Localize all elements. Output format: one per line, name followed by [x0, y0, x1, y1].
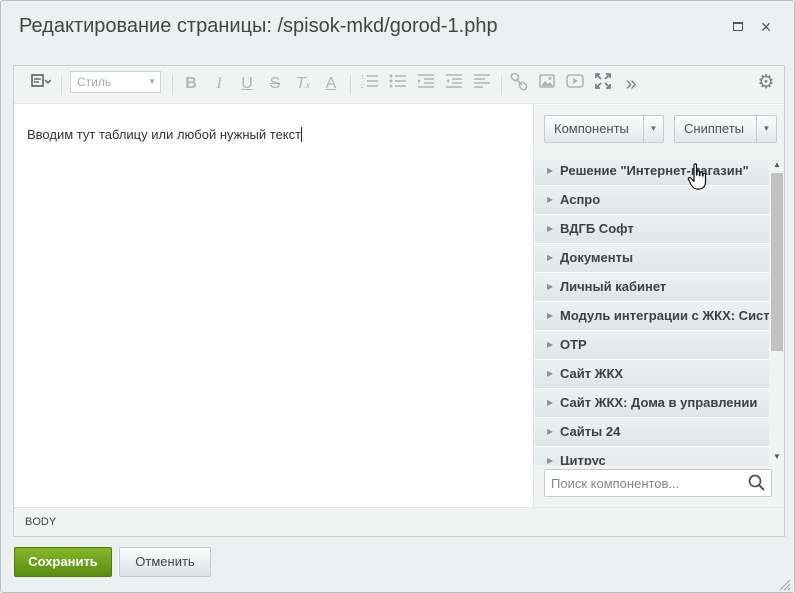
source-mode-icon[interactable] — [30, 73, 52, 95]
dialog-title: Редактирование страницы: /spisok-mkd/gor… — [19, 15, 498, 37]
more-icon[interactable]: » — [620, 73, 642, 95]
component-search-input[interactable] — [545, 470, 741, 496]
list-item[interactable]: ▶ ОТР — [535, 331, 769, 360]
editor-content-area[interactable]: Вводим тут таблицу или любой нужный текс… — [14, 105, 533, 507]
video-icon[interactable] — [564, 73, 586, 95]
clear-format-icon[interactable]: Tx — [292, 73, 314, 95]
components-list: ▶ Решение "Интернет-магазин" ▶ Аспро ▶ ВДГБ… — [535, 157, 769, 465]
chevron-right-icon: ▶ — [547, 398, 554, 407]
components-button[interactable]: Компоненты ▼ — [544, 115, 664, 143]
chevron-right-icon: ▶ — [547, 282, 554, 291]
scroll-thumb[interactable] — [771, 173, 783, 351]
list-item[interactable]: ▶ Аспро — [535, 186, 769, 215]
toolbar-separator — [172, 75, 173, 95]
maximize-icon — [733, 22, 743, 32]
link-icon[interactable] — [508, 72, 530, 95]
close-button[interactable]: × — [756, 15, 776, 39]
hand-cursor-icon — [687, 163, 707, 190]
list-item[interactable]: ▶ Сайт ЖКХ — [535, 360, 769, 389]
snippets-button[interactable]: Сниппеты ▼ — [674, 115, 777, 143]
svg-text:1: 1 — [361, 75, 364, 81]
scroll-up-arrow-icon[interactable]: ▲ — [771, 159, 783, 171]
text-cursor — [301, 127, 303, 142]
editor-statusbar: BODY — [14, 507, 784, 536]
list-item[interactable]: ▶ Сайт ЖКХ: Дома в управлении — [535, 389, 769, 418]
chevron-right-icon: ▶ — [547, 369, 554, 378]
indent-icon[interactable] — [443, 73, 465, 95]
outdent-icon[interactable] — [415, 73, 437, 95]
align-icon[interactable] — [471, 73, 493, 95]
chevron-right-icon: ▶ — [547, 253, 554, 262]
components-panel: Компоненты ▼ Сниппеты ▼ ▶ Решение "Интерн… — [533, 105, 784, 507]
chevron-right-icon: ▶ — [547, 427, 554, 436]
list-item[interactable]: ▶Модуль интеграции с ЖКХ: Система расчет… — [535, 302, 769, 331]
list-item[interactable]: ▶ ВДГБ Софт — [535, 215, 769, 244]
chevron-right-icon: ▶ — [547, 166, 554, 175]
unordered-list-icon[interactable] — [387, 73, 409, 95]
underline-icon[interactable]: U — [236, 73, 258, 95]
dialog-footer: Сохранить Отменить — [1, 537, 794, 592]
maximize-button[interactable] — [728, 15, 748, 39]
editor-text[interactable]: Вводим тут таблицу или любой нужный текс… — [27, 127, 303, 142]
list-item[interactable]: ▶ Личный кабинет — [535, 273, 769, 302]
chevron-right-icon: ▶ — [547, 224, 554, 233]
components-scrollbar[interactable]: ▲ ▼ — [771, 159, 783, 463]
chevron-right-icon: ▶ — [547, 456, 554, 465]
chevron-down-icon: ▼ — [148, 77, 156, 86]
element-path-tag[interactable]: BODY — [25, 516, 56, 528]
strikethrough-icon[interactable]: S — [264, 73, 286, 95]
list-item[interactable]: ▶ Решение "Интернет-магазин" — [535, 157, 769, 186]
settings-icon[interactable]: ⚙ — [754, 71, 778, 95]
list-item[interactable]: ▶ Сайты 24 — [535, 418, 769, 447]
svg-text:2: 2 — [361, 84, 364, 89]
list-item[interactable]: ▶ Документы — [535, 244, 769, 273]
ordered-list-icon[interactable]: 12 — [359, 73, 381, 95]
bold-icon[interactable]: B — [180, 73, 202, 95]
component-search-box[interactable] — [544, 469, 772, 497]
chevron-right-icon: ▶ — [547, 340, 554, 349]
resize-grip-icon[interactable] — [777, 577, 791, 591]
style-select-value: Стиль — [77, 75, 112, 89]
save-button[interactable]: Сохранить — [14, 547, 112, 577]
chevron-down-icon[interactable]: ▼ — [643, 116, 663, 142]
chevron-right-icon: ▶ — [547, 311, 554, 320]
chevron-right-icon: ▶ — [547, 195, 554, 204]
toolbar-separator — [61, 75, 62, 95]
chevron-down-icon[interactable]: ▼ — [756, 116, 776, 142]
html-editor: Стиль ▼ B I U S Tx A 12 » ⚙ Вводим тут т… — [13, 65, 785, 537]
edit-page-dialog: Редактирование страницы: /spisok-mkd/gor… — [0, 0, 795, 593]
toolbar-separator — [350, 75, 351, 95]
fullscreen-icon[interactable] — [592, 73, 614, 95]
font-color-icon[interactable]: A — [320, 73, 342, 95]
image-icon[interactable] — [536, 73, 558, 95]
toolbar-separator — [501, 75, 502, 95]
cancel-button[interactable]: Отменить — [119, 547, 211, 577]
dialog-titlebar[interactable]: Редактирование страницы: /spisok-mkd/gor… — [1, 1, 794, 53]
scroll-down-arrow-icon[interactable]: ▼ — [771, 451, 783, 463]
list-item[interactable]: ▶ Цитрус — [535, 447, 769, 465]
search-icon[interactable] — [747, 473, 767, 493]
style-select[interactable]: Стиль ▼ — [70, 71, 161, 93]
editor-toolbar: Стиль ▼ B I U S Tx A 12 » ⚙ — [14, 66, 784, 104]
italic-icon[interactable]: I — [208, 73, 230, 95]
